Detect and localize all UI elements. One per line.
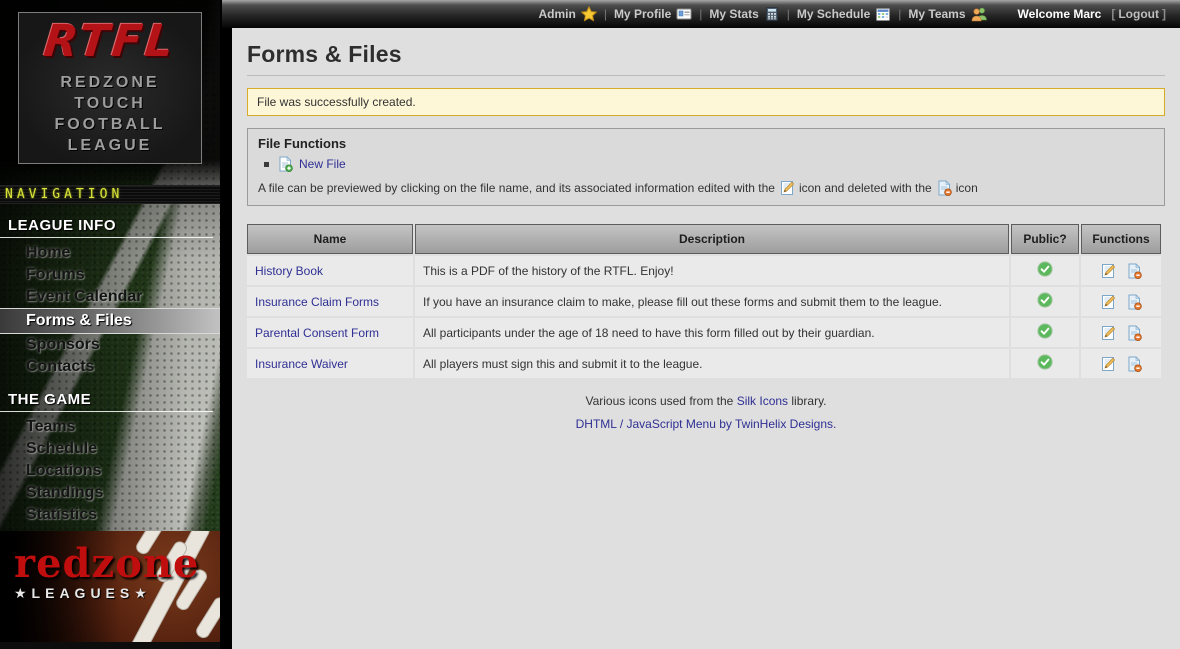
file-table-row: Insurance Waiver All players must sign t… — [247, 349, 1161, 378]
column-header-public: Public? — [1011, 224, 1079, 254]
sidebar: RTFL REDZONE TOUCH FOOTBALL LEAGUE NAVIG… — [0, 0, 220, 649]
edit-file-icon[interactable] — [1100, 356, 1116, 372]
file-table-row: Parental Consent Form All participants u… — [247, 318, 1161, 347]
list-bullet — [264, 162, 269, 167]
page-title: Forms & Files — [247, 41, 1165, 76]
sidebar-bottom-strip — [0, 642, 220, 649]
file-name-link[interactable]: Insurance Claim Forms — [255, 295, 379, 309]
calculator-icon — [764, 6, 780, 22]
edit-file-icon[interactable] — [1100, 263, 1116, 279]
column-header-description: Description — [415, 224, 1009, 254]
edit-file-icon[interactable] — [1100, 294, 1116, 310]
separator: | — [604, 7, 607, 21]
file-functions-title: File Functions — [258, 136, 1154, 151]
section-title-the-game: THE GAME — [0, 391, 213, 412]
twinhelix-link[interactable]: DHTML / JavaScript Menu by TwinHelix Des… — [576, 417, 837, 431]
column-header-name: Name — [247, 224, 413, 254]
league-info-nav: Home Forums Event Calendar Forms & Files… — [0, 242, 220, 378]
sidebar-nav-item[interactable]: Teams — [0, 416, 220, 438]
league-logo: RTFL REDZONE TOUCH FOOTBALL LEAGUE — [18, 12, 202, 164]
accept-icon — [1037, 292, 1053, 308]
league-logo-lines: REDZONE TOUCH FOOTBALL LEAGUE — [54, 72, 165, 156]
separator: | — [898, 7, 901, 21]
leagues-wordmark: ★LEAGUES★ — [14, 585, 199, 602]
column-header-functions: Functions — [1081, 224, 1161, 254]
sidebar-nav-item[interactable]: Forums — [0, 264, 220, 286]
file-name-link[interactable]: History Book — [255, 264, 323, 278]
files-table: Name Description Public? Functions Histo… — [245, 222, 1163, 380]
delete-file-icon[interactable] — [1126, 294, 1142, 310]
edit-file-icon[interactable] — [1100, 325, 1116, 341]
topbar-link-admin[interactable]: Admin — [538, 6, 596, 22]
menu-credits: DHTML / JavaScript Menu by TwinHelix Des… — [247, 417, 1165, 431]
file-description: All players must sign this and submit it… — [415, 349, 1009, 378]
separator: | — [699, 7, 702, 21]
icon-credits: Various icons used from the Silk Icons l… — [247, 394, 1165, 408]
file-description: All participants under the age of 18 nee… — [415, 318, 1009, 347]
file-name-link[interactable]: Parental Consent Form — [255, 326, 379, 340]
sidebar-nav-item[interactable]: Forms & Files — [0, 308, 220, 334]
sidebar-nav-item[interactable]: Locations — [0, 460, 220, 482]
delete-file-icon[interactable] — [1126, 356, 1142, 372]
accept-icon — [1037, 323, 1053, 339]
topbar-link-my-profile[interactable]: My Profile — [614, 6, 692, 22]
group-icon — [971, 6, 988, 22]
accept-icon — [1037, 261, 1053, 277]
topbar-link-my-schedule[interactable]: My Schedule — [797, 6, 891, 22]
accept-icon — [1037, 354, 1053, 370]
file-table-row: Insurance Claim Forms If you have an ins… — [247, 287, 1161, 316]
the-game-nav: Teams Schedule Locations Standings Stati… — [0, 416, 220, 526]
vcard-icon — [676, 6, 692, 22]
silk-icons-link[interactable]: Silk Icons — [737, 394, 788, 408]
delete-file-icon[interactable] — [1126, 325, 1142, 341]
logout-control: [Logout] — [1111, 7, 1166, 21]
sidebar-nav-item[interactable]: Sponsors — [0, 334, 220, 356]
sidebar-nav-item[interactable]: Event Calendar — [0, 286, 220, 308]
file-table-row: History Book This is a PDF of the histor… — [247, 256, 1161, 285]
sidebar-nav-item[interactable]: Statistics — [0, 504, 220, 526]
page-delete-icon — [936, 180, 952, 196]
sidebar-nav-item[interactable]: Schedule — [0, 438, 220, 460]
file-name-link[interactable]: Insurance Waiver — [255, 357, 348, 371]
delete-file-icon[interactable] — [1126, 263, 1142, 279]
separator: | — [787, 7, 790, 21]
league-logo-acronym: RTFL — [42, 20, 179, 64]
file-description: If you have an insurance claim to make, … — [415, 287, 1009, 316]
sidebar-nav-item[interactable]: Home — [0, 242, 220, 264]
section-title-league-info: LEAGUE INFO — [0, 217, 213, 238]
navigation-header: NAVIGATION — [0, 185, 220, 204]
new-file-link[interactable]: New File — [299, 157, 346, 171]
welcome-user-label: Welcome Marc — [1018, 7, 1102, 21]
file-functions-help: A file can be previewed by clicking on t… — [258, 180, 1154, 196]
calendar-icon — [875, 6, 891, 22]
flash-message: File was successfully created. — [247, 88, 1165, 116]
redzone-leagues-logo: redzone ★LEAGUES★ — [0, 531, 220, 642]
star-icon — [581, 6, 597, 22]
file-functions-box: File Functions New File A file can be pr… — [247, 128, 1165, 206]
page-add-icon — [277, 156, 293, 172]
sidebar-nav-item[interactable]: Contacts — [0, 356, 220, 378]
file-description: This is a PDF of the history of the RTFL… — [415, 256, 1009, 285]
topbar-link-my-stats[interactable]: My Stats — [709, 6, 779, 22]
page-edit-icon — [779, 180, 795, 196]
topbar: Admin | My Profile | My Stats | My Sched… — [222, 0, 1180, 28]
redzone-wordmark: redzone — [14, 545, 199, 583]
main-content: Forms & Files File was successfully crea… — [232, 28, 1180, 649]
sidebar-nav-item[interactable]: Standings — [0, 482, 220, 504]
logout-link[interactable]: Logout — [1118, 7, 1159, 21]
topbar-link-my-teams[interactable]: My Teams — [908, 6, 987, 22]
